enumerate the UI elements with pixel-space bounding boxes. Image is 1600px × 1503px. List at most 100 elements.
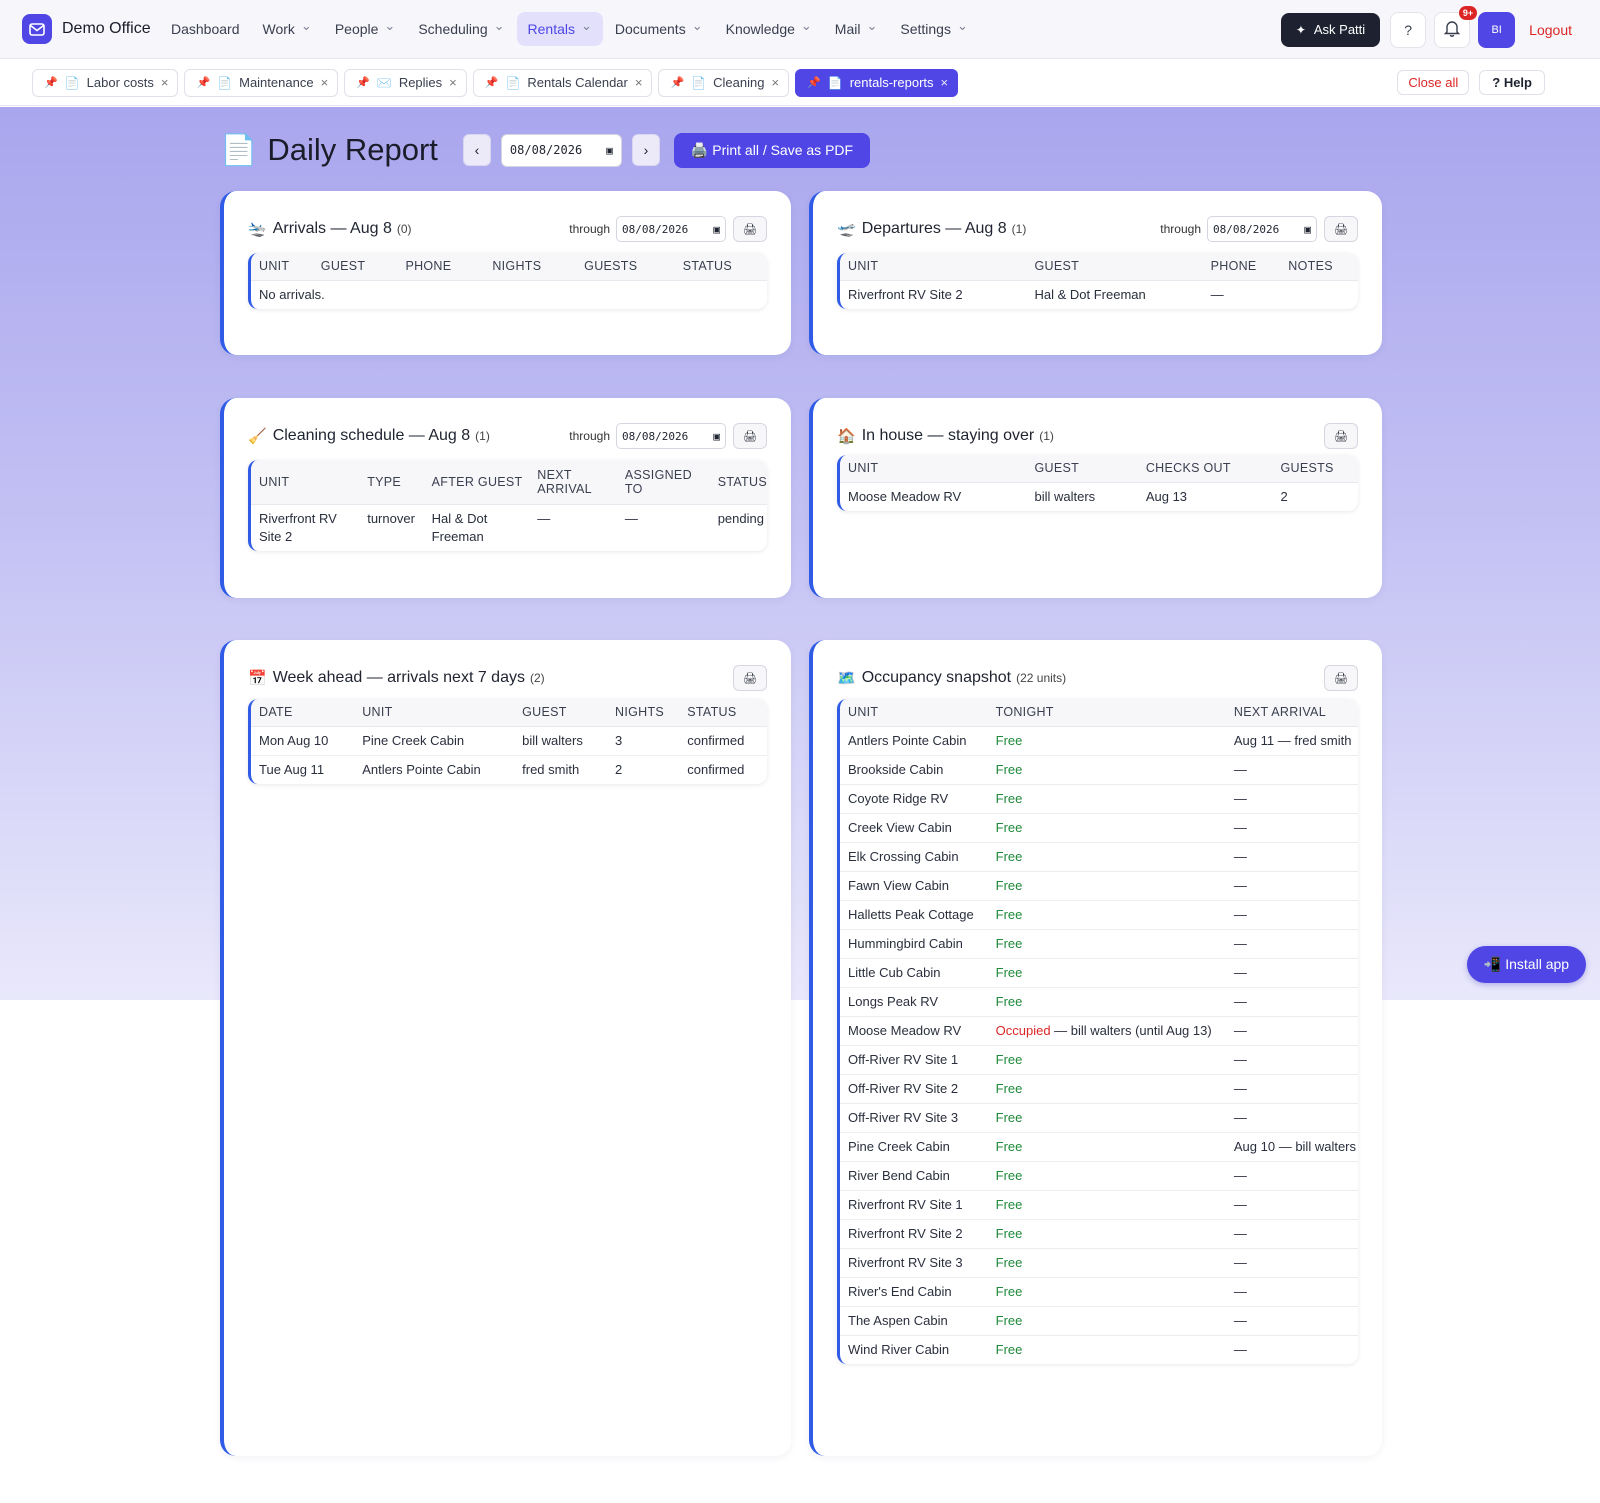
help-button[interactable]: ? Help xyxy=(1479,70,1545,95)
pin-icon[interactable]: 📌 xyxy=(485,76,499,89)
close-icon[interactable]: × xyxy=(449,75,457,90)
next-day-button[interactable]: › xyxy=(631,134,660,166)
occupancy-row[interactable]: Brookside Cabin Free — xyxy=(840,755,1358,785)
chevron-down-icon: ⌄ xyxy=(493,18,505,33)
table-header-row: UNIT TONIGHT NEXT ARRIVAL xyxy=(840,699,1358,727)
pin-icon[interactable]: 📌 xyxy=(356,76,370,89)
printer-icon: 🖨 xyxy=(1334,672,1348,685)
occupancy-row[interactable]: Pine Creek Cabin Free Aug 10 — bill walter… xyxy=(840,1132,1358,1162)
close-icon[interactable]: × xyxy=(635,75,643,90)
close-icon[interactable]: × xyxy=(161,75,169,90)
table-cell: Riverfront RV Site 2 xyxy=(848,286,963,302)
nav-item-work[interactable]: Work ⌄ xyxy=(252,12,323,46)
pin-icon[interactable]: 📌 xyxy=(807,76,821,89)
table-row[interactable]: Riverfront RV Site 2 turnover Hal & Dot Fr… xyxy=(251,504,767,551)
occupancy-row[interactable]: River Bend Cabin Free — xyxy=(840,1161,1358,1191)
close-icon[interactable]: × xyxy=(941,75,949,90)
tab-label: Cleaning xyxy=(713,75,765,90)
occupancy-row[interactable]: Antlers Pointe Cabin Free Aug 11 — fred sm… xyxy=(840,726,1358,756)
pin-icon[interactable]: 📌 xyxy=(670,76,684,89)
cleaning-through-date-input[interactable]: 08/08/2026 ▣ xyxy=(616,423,726,449)
occupancy-row[interactable]: Riverfront RV Site 1 Free — xyxy=(840,1190,1358,1220)
unit-name: Off-River RV Site 3 xyxy=(840,1103,988,1133)
map-icon: 🗺️ xyxy=(837,670,856,687)
close-all-button[interactable]: Close all xyxy=(1397,70,1470,95)
nav-item-scheduling[interactable]: Scheduling ⌄ xyxy=(407,12,515,46)
status-badge: Free xyxy=(995,761,1023,777)
nav-item-documents[interactable]: Documents ⌄ xyxy=(604,12,714,46)
unit-name: River Bend Cabin xyxy=(840,1161,988,1191)
report-date-value: 08/08/2026 xyxy=(509,143,583,157)
nav-item-rentals[interactable]: Rentals ⌄ xyxy=(516,12,603,46)
print-cleaning-button[interactable]: 🖨 xyxy=(733,423,767,449)
next-arrival: — xyxy=(1225,1045,1358,1075)
avatar[interactable]: BI xyxy=(1478,11,1516,48)
occupancy-row[interactable]: Halletts Peak Cottage Free — xyxy=(840,900,1358,930)
nav-item-mail[interactable]: Mail ⌄ xyxy=(824,12,889,46)
occupancy-row[interactable]: The Aspen Cabin Free — xyxy=(840,1306,1358,1336)
occupancy-row[interactable]: Off-River RV Site 1 Free — xyxy=(840,1045,1358,1075)
occupancy-row[interactable]: Riverfront RV Site 3 Free — xyxy=(840,1248,1358,1278)
tonight-status: Free xyxy=(987,813,1226,843)
occupancy-row[interactable]: Wind River Cabin Free — xyxy=(840,1335,1358,1364)
print-departures-button[interactable]: 🖨 xyxy=(1324,216,1358,242)
occupancy-row[interactable]: Coyote Ridge RV Free — xyxy=(840,784,1358,814)
previous-day-button[interactable]: ‹ xyxy=(462,134,491,166)
tab-cleaning[interactable]: 📌 📄 Cleaning × xyxy=(658,68,790,97)
nav-item-people[interactable]: People ⌄ xyxy=(324,12,407,46)
occupancy-row[interactable]: Longs Peak RV Free — xyxy=(840,987,1358,1017)
calendar-icon[interactable]: ▣ xyxy=(1304,223,1311,236)
close-icon[interactable]: × xyxy=(321,75,329,90)
tab-rentals-calendar[interactable]: 📌 📄 Rentals Calendar × xyxy=(472,68,653,97)
calendar-icon[interactable]: ▣ xyxy=(606,144,613,157)
install-app-button[interactable]: 📲 Install app xyxy=(1467,946,1586,983)
unit-name: Antlers Pointe Cabin xyxy=(840,726,988,756)
nav-item-dashboard[interactable]: Dashboard xyxy=(160,12,251,46)
print-occupancy-button[interactable]: 🖨 xyxy=(1324,665,1358,691)
occupancy-row[interactable]: Off-River RV Site 2 Free — xyxy=(840,1074,1358,1104)
notifications-button[interactable]: 9+ xyxy=(1434,5,1478,48)
pin-icon[interactable]: 📌 xyxy=(44,76,58,89)
calendar-icon[interactable]: ▣ xyxy=(713,430,720,443)
tonight-status: Free xyxy=(987,1306,1226,1336)
unit-name: Riverfront RV Site 2 xyxy=(840,1219,988,1249)
nav-item-settings[interactable]: Settings ⌄ xyxy=(889,12,979,46)
logout-link[interactable]: Logout xyxy=(1529,22,1572,38)
arrivals-through-date-input[interactable]: 08/08/2026 ▣ xyxy=(616,216,726,242)
print-arrivals-button[interactable]: 🖨 xyxy=(733,216,767,242)
occupancy-row[interactable]: Fawn View Cabin Free — xyxy=(840,871,1358,901)
tab-rentals-reports[interactable]: 📌 📄 rentals-reports × xyxy=(795,68,959,97)
table-cell: bill walters xyxy=(514,726,608,756)
pin-icon[interactable]: 📌 xyxy=(196,76,210,89)
occupancy-row[interactable]: Little Cub Cabin Free — xyxy=(840,958,1358,988)
table-row[interactable]: Mon Aug 10 Pine Creek Cabin bill walters 3 c… xyxy=(251,726,767,756)
tab-labor-costs[interactable]: 📌 📄 Labor costs × xyxy=(32,68,179,97)
occupancy-row[interactable]: River's End Cabin Free — xyxy=(840,1277,1358,1307)
column-header: NEXT ARRIVAL xyxy=(529,460,617,505)
print-all-button[interactable]: 🖨️ Print all / Save as PDF xyxy=(673,132,871,168)
tab-maintenance[interactable]: 📌 📄 Maintenance × xyxy=(184,68,339,97)
occupancy-row[interactable]: Creek View Cabin Free — xyxy=(840,813,1358,843)
occupancy-row[interactable]: Riverfront RV Site 2 Free — xyxy=(840,1219,1358,1249)
nav-item-knowledge[interactable]: Knowledge ⌄ xyxy=(715,12,823,46)
occupancy-row[interactable]: Off-River RV Site 3 Free — xyxy=(840,1103,1358,1133)
unit-name: Little Cub Cabin xyxy=(840,958,988,988)
table-row[interactable]: Moose Meadow RV bill walters Aug 13 2 xyxy=(840,482,1358,511)
departures-through-date-input[interactable]: 08/08/2026 ▣ xyxy=(1207,216,1317,242)
week-ahead-card: 📅 Week ahead — arrivals next 7 days (2) … xyxy=(220,640,791,1456)
print-in-house-button[interactable]: 🖨 xyxy=(1324,423,1358,449)
ask-patti-button[interactable]: ✦ Ask Patti xyxy=(1280,12,1381,47)
occupancy-row[interactable]: Moose Meadow RV Occupied — bill walters (… xyxy=(840,1016,1358,1046)
close-icon[interactable]: × xyxy=(771,75,779,90)
report-date-input[interactable]: 08/08/2026 ▣ xyxy=(500,133,622,167)
chevron-down-icon: ⌄ xyxy=(956,18,968,33)
calendar-icon[interactable]: ▣ xyxy=(713,223,720,236)
table-row[interactable]: Tue Aug 11 Antlers Pointe Cabin fred smith… xyxy=(251,755,767,784)
occupancy-row[interactable]: Hummingbird Cabin Free — xyxy=(840,929,1358,959)
brand[interactable]: Demo Office xyxy=(22,14,160,44)
tab-replies[interactable]: 📌 ✉️ Replies × xyxy=(344,68,467,97)
occupancy-row[interactable]: Elk Crossing Cabin Free — xyxy=(840,842,1358,872)
print-week-ahead-button[interactable]: 🖨 xyxy=(733,665,767,691)
help-icon-button[interactable]: ? xyxy=(1390,11,1427,48)
table-row[interactable]: Riverfront RV Site 2 Hal & Dot Freeman — xyxy=(840,280,1358,309)
